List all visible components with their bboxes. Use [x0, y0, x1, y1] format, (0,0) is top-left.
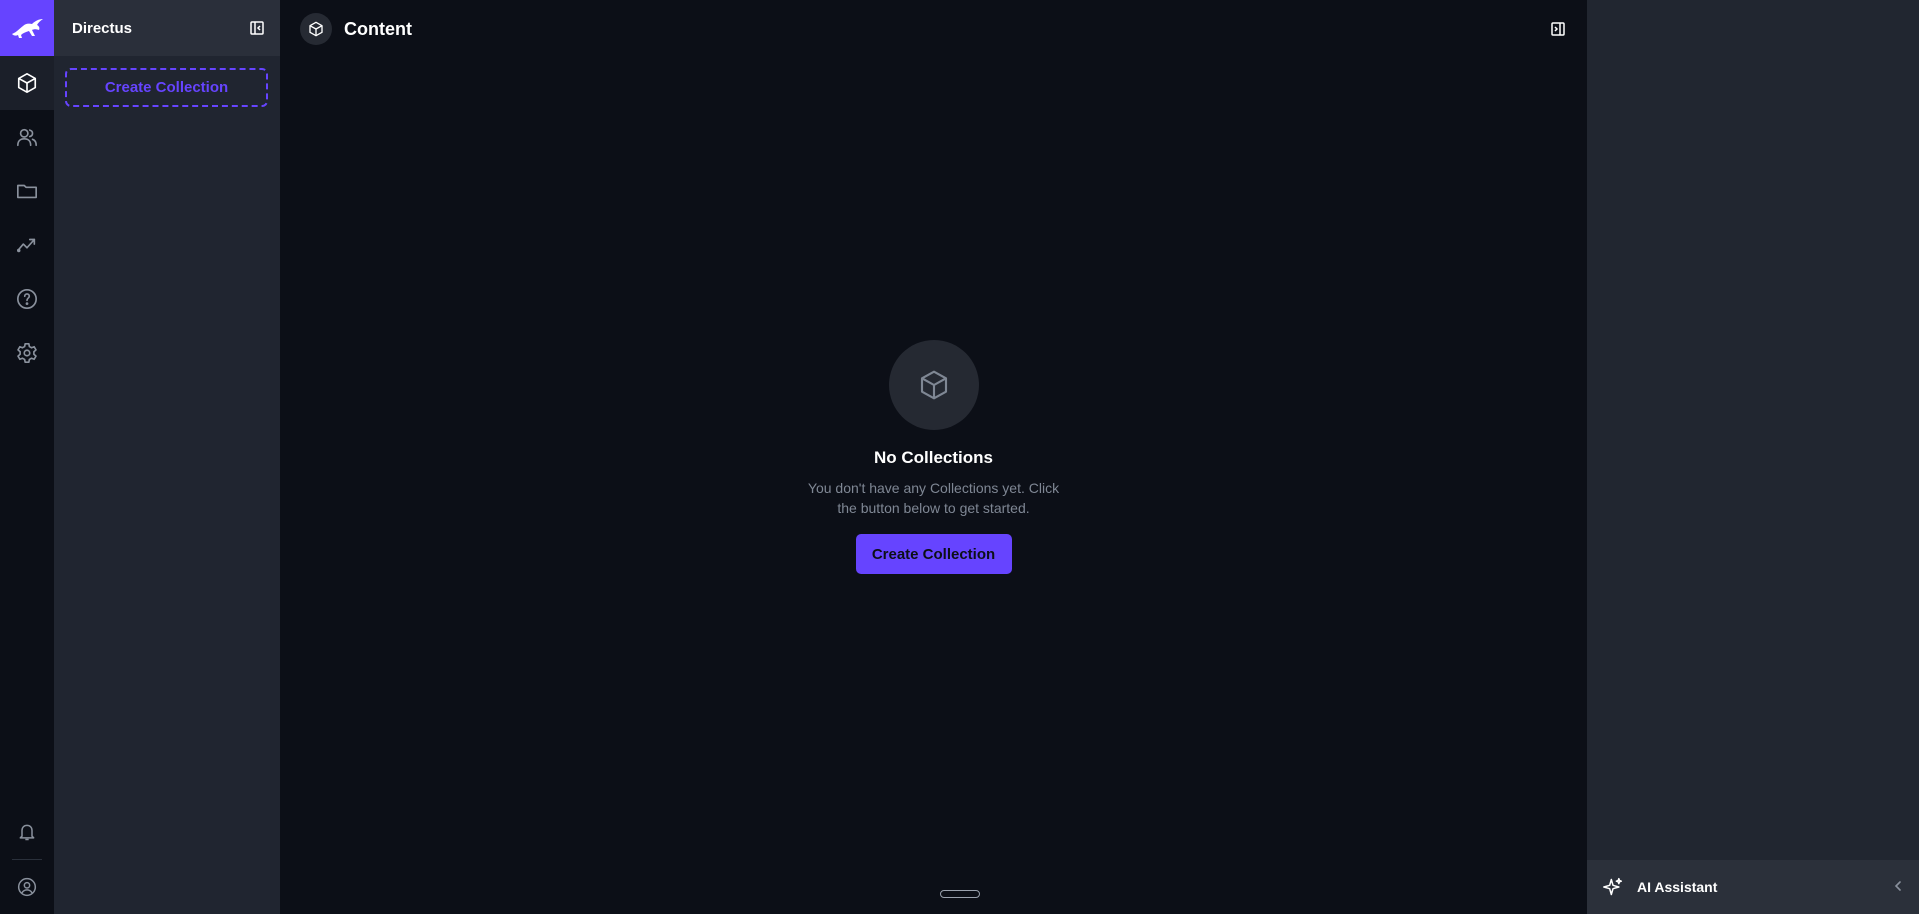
empty-state-title: No Collections: [873, 448, 993, 467]
create-collection-button[interactable]: Create Collection: [855, 534, 1012, 574]
page-title: Content: [344, 18, 412, 39]
project-header: Directus: [54, 0, 280, 56]
module-content[interactable]: [0, 56, 54, 110]
empty-state-text: You don't have any Collections yet. Clic…: [807, 480, 1060, 516]
empty-state-icon-circle: [888, 340, 979, 430]
navigation-sidebar: Directus Create Collection: [54, 0, 280, 914]
notifications-button[interactable]: [0, 805, 54, 859]
empty-state: No Collections You don't have any Collec…: [280, 340, 1587, 574]
toggle-sidebar-button[interactable]: [1549, 20, 1567, 38]
module-settings[interactable]: [0, 326, 54, 380]
settings-icon: [17, 343, 37, 363]
help-icon: [17, 289, 37, 309]
header-icon-badge: [300, 13, 332, 45]
app-root: Directus Create Collection Content No Co…: [0, 0, 1919, 914]
cube-icon: [309, 21, 323, 37]
sidebar-expand-icon: [1551, 22, 1565, 36]
rabbit-logo-icon: [12, 19, 43, 38]
resize-handle[interactable]: [940, 890, 980, 898]
project-name: Directus: [72, 19, 133, 37]
user-circle-icon: [17, 877, 37, 897]
collapse-nav-button[interactable]: [250, 21, 264, 35]
right-sidebar: AI Assistant: [1587, 0, 1919, 914]
insights-icon: [17, 238, 36, 253]
sparkle-icon: [1603, 877, 1623, 896]
module-users[interactable]: [0, 110, 54, 164]
module-insights[interactable]: [0, 218, 54, 272]
module-files[interactable]: [0, 164, 54, 218]
cube-icon: [17, 73, 37, 93]
main-content: Content No Collections You don't have an…: [280, 0, 1587, 914]
folder-icon: [17, 184, 37, 199]
users-icon: [17, 128, 37, 147]
module-bar-bottom: [0, 805, 54, 914]
bell-icon: [19, 824, 35, 841]
ai-assistant-toggle[interactable]: AI Assistant: [1587, 860, 1919, 914]
ai-assistant-label: AI Assistant: [1637, 879, 1718, 895]
nav-create-collection-button[interactable]: Create Collection: [65, 68, 268, 107]
cube-icon: [920, 370, 947, 400]
project-logo[interactable]: [0, 0, 54, 56]
sidebar-collapse-icon: [250, 21, 264, 35]
chevron-left-icon: [1894, 881, 1901, 891]
module-help[interactable]: [0, 272, 54, 326]
user-menu-button[interactable]: [0, 860, 54, 914]
page-header: Content: [280, 0, 1587, 58]
module-bar: [0, 0, 54, 914]
